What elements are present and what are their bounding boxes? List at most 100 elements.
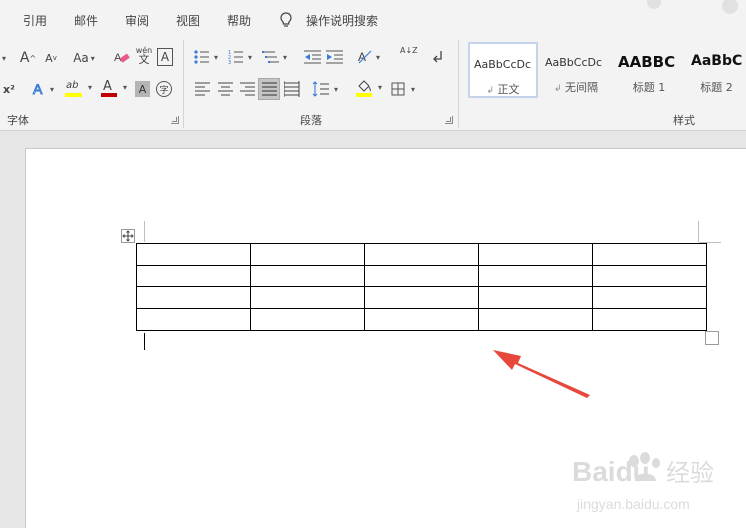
increase-indent-icon[interactable] — [326, 49, 344, 65]
shrink-font-button[interactable]: Av — [42, 48, 60, 68]
table-cell[interactable] — [136, 243, 251, 266]
table-row — [136, 308, 707, 331]
table-cell[interactable] — [364, 286, 479, 310]
text-cursor — [144, 333, 145, 350]
style-normal[interactable]: AaBbCcDc ↲ 正文 — [468, 42, 538, 98]
paint-bucket-icon — [358, 80, 371, 92]
sort-button[interactable]: A↓Z — [399, 46, 418, 68]
shading-button[interactable]: ▾ — [355, 80, 385, 100]
table-cell[interactable] — [478, 243, 593, 266]
table-cell[interactable] — [250, 243, 365, 266]
style-name: ↲ 无间隔 — [553, 81, 599, 94]
svg-text:▾: ▾ — [214, 53, 218, 62]
document-table[interactable] — [136, 243, 707, 331]
lightbulb-icon[interactable] — [279, 12, 293, 28]
style-name: ↲ 正文 — [486, 83, 520, 96]
font-group-label: 字体 — [7, 114, 29, 127]
distributed-icon[interactable] — [284, 81, 300, 97]
style-heading-2[interactable]: AaBbC 标题 2 — [687, 42, 746, 98]
table-cell[interactable] — [136, 286, 251, 310]
grow-font-icon: A — [19, 50, 30, 66]
table-cell[interactable] — [136, 308, 251, 331]
tab-review[interactable]: 审阅 — [125, 12, 149, 29]
phonetic-guide-char: 文 — [138, 53, 150, 66]
table-cell[interactable] — [364, 243, 479, 266]
style-sample: AABBC — [618, 53, 676, 71]
style-name: 标题 2 — [700, 81, 733, 94]
font-dialog-launcher[interactable] — [171, 116, 179, 124]
clear-formatting-icon[interactable]: A — [113, 50, 130, 66]
justify-icon — [262, 82, 277, 96]
text-effects-icon[interactable]: A ▾ — [31, 81, 59, 97]
style-sample: AaBbCcDc — [474, 58, 532, 71]
bullets-icon[interactable]: ▾ — [194, 49, 224, 65]
font-color-icon: A — [103, 79, 112, 94]
show-marks-icon[interactable] — [432, 49, 444, 65]
style-name: 标题 1 — [632, 81, 666, 94]
table-cell[interactable] — [592, 286, 707, 310]
decrease-indent-icon[interactable] — [304, 49, 322, 65]
numbering-icon[interactable]: 1 2 3 ▾ — [228, 49, 258, 65]
table-cell[interactable] — [592, 308, 707, 331]
move-icon — [122, 230, 134, 242]
table-row — [136, 264, 707, 288]
align-center-icon[interactable] — [218, 82, 234, 96]
style-heading-1[interactable]: AABBC 标题 1 — [614, 42, 684, 98]
borders-icon[interactable]: ▾ — [391, 82, 421, 98]
svg-text:3: 3 — [228, 60, 231, 65]
table-cell[interactable] — [364, 308, 479, 331]
character-shading-button[interactable]: A — [135, 81, 150, 97]
table-resize-handle[interactable] — [705, 331, 719, 345]
svg-text:▾: ▾ — [334, 85, 338, 94]
table-cell[interactable] — [478, 308, 593, 331]
margin-mark — [698, 221, 699, 242]
line-spacing-icon[interactable]: ▾ — [312, 81, 342, 97]
phonetic-guide-button[interactable]: wén 文 — [135, 46, 153, 68]
table-row — [136, 286, 707, 310]
style-no-spacing[interactable]: AaBbCcDc ↲ 无间隔 — [541, 42, 611, 98]
table-cell[interactable] — [250, 308, 365, 331]
font-color-button[interactable]: A ▾ — [100, 79, 130, 100]
tell-me-search[interactable]: 操作说明搜索 — [306, 12, 378, 29]
grow-font-button[interactable]: A ^ — [18, 48, 38, 68]
table-cell[interactable] — [250, 264, 365, 288]
table-move-handle[interactable] — [121, 229, 135, 243]
change-case-dropdown-arrow: ▾ — [90, 53, 95, 63]
margin-mark — [144, 221, 145, 242]
chinese-layout-icon[interactable]: A ▾ — [357, 49, 385, 65]
superscript-icon: x² — [3, 82, 15, 96]
multilevel-list-icon[interactable]: ▾ — [262, 49, 292, 65]
justify-button[interactable] — [258, 78, 280, 100]
font-size-dropdown-arrow[interactable]: ▾ — [2, 54, 6, 63]
paragraph-dialog-launcher[interactable] — [445, 116, 453, 124]
align-left-icon[interactable] — [195, 82, 211, 96]
table-cell[interactable] — [478, 264, 593, 288]
group-divider — [183, 40, 184, 128]
tab-view[interactable]: 视图 — [176, 12, 200, 29]
ribbon: ▾ A ^ Av Aa ▾ A wén 文 A x² A ▾ ab ▾ A ▾ … — [0, 36, 746, 131]
paragraph-group-label: 段落 — [300, 114, 322, 127]
table-cell[interactable] — [250, 286, 365, 310]
text-highlight-button[interactable]: ab ▾ — [64, 80, 94, 100]
tab-references[interactable]: 引用 — [23, 12, 47, 29]
character-border-button[interactable]: A — [157, 48, 173, 66]
table-cell[interactable] — [592, 243, 707, 266]
window-decoration — [647, 0, 738, 14]
character-border-icon: A — [160, 50, 170, 64]
superscript-button[interactable]: x² — [0, 79, 18, 99]
table-cell[interactable] — [136, 264, 251, 288]
table-cell[interactable] — [592, 264, 707, 288]
table-cell[interactable] — [364, 264, 479, 288]
shrink-font-icon: A — [45, 51, 53, 65]
change-case-button[interactable]: Aa ▾ — [69, 48, 99, 68]
table-cell[interactable] — [478, 286, 593, 310]
watermark-subtitle: 经验 — [666, 459, 714, 487]
highlight-color-swatch — [65, 93, 82, 97]
annotation-arrow — [493, 350, 590, 398]
align-right-icon[interactable] — [240, 82, 256, 96]
tab-mailings[interactable]: 邮件 — [74, 12, 98, 29]
tab-help[interactable]: 帮助 — [227, 12, 251, 29]
font-color-swatch — [101, 93, 117, 97]
highlight-dropdown-arrow: ▾ — [88, 83, 93, 92]
enclose-characters-button[interactable]: 字 — [156, 81, 172, 97]
